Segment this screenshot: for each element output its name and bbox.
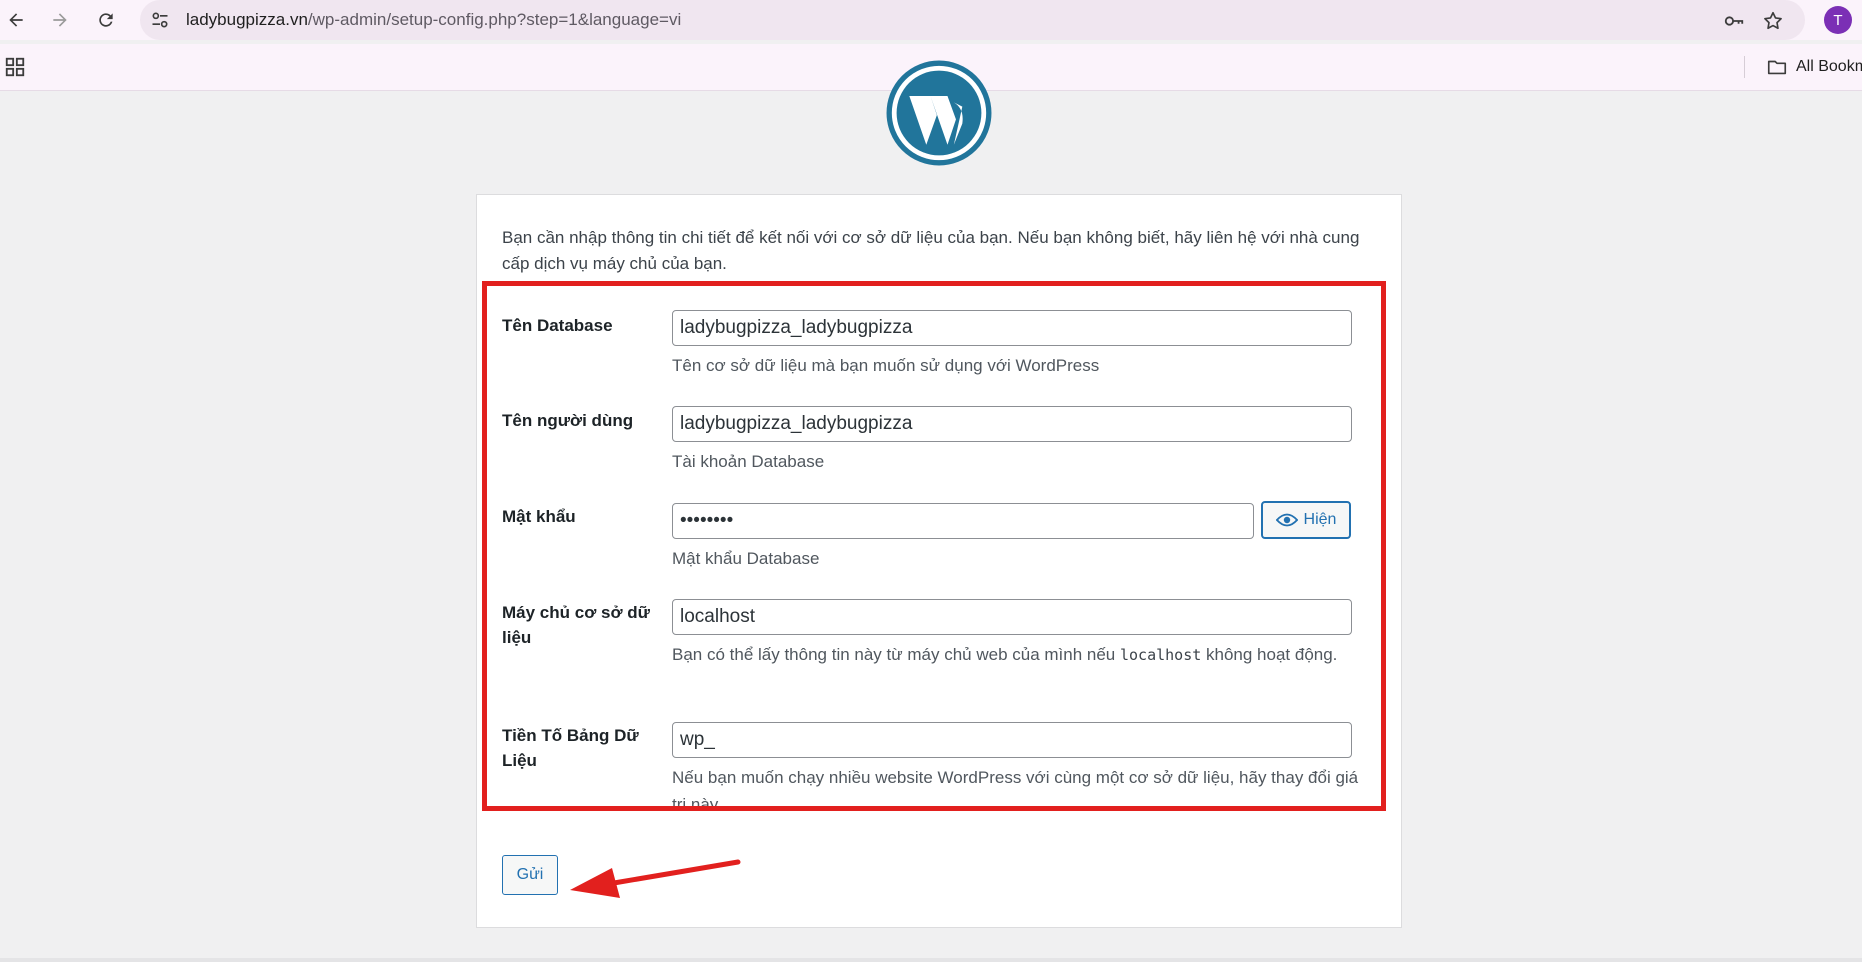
site-settings-icon[interactable]	[150, 10, 170, 30]
dbhost-desc-before: Bạn có thể lấy thông tin này từ máy chủ …	[672, 645, 1116, 664]
arrow-right-icon	[53, 13, 67, 27]
url-text[interactable]: ladybugpizza.vn/wp-admin/setup-config.ph…	[186, 10, 681, 30]
page-bottom-edge	[0, 958, 1862, 962]
annotation-arrow	[570, 859, 741, 898]
username-label: Tên người dùng	[502, 411, 634, 430]
username-description: Tài khoản Database	[672, 452, 825, 471]
password-label: Mật khẩu	[502, 507, 576, 526]
folder-icon	[1767, 60, 1787, 75]
eye-icon	[1275, 513, 1298, 527]
all-bookmarks-button[interactable]: All Bookm	[1766, 56, 1862, 78]
prefix-label: Tiền Tố Bảng Dữ Liệu	[502, 726, 639, 770]
url-path: /wp-admin/setup-config.php?step=1&langua…	[307, 10, 682, 29]
arrow-left-icon	[9, 13, 23, 27]
back-button[interactable]	[2, 6, 30, 34]
dbname-label: Tên Database	[502, 316, 613, 335]
intro-text: Bạn cần nhập thông tin chi tiết để kết n…	[502, 228, 1360, 273]
apps-grid-icon[interactable]	[4, 56, 26, 78]
dbname-description: Tên cơ sở dữ liệu mà bạn muốn sử dụng vớ…	[672, 356, 1100, 375]
dbhost-label: Máy chủ cơ sở dữ liệu	[502, 603, 650, 647]
url-host: ladybugpizza.vn	[186, 10, 308, 29]
reload-button[interactable]	[92, 6, 120, 34]
bookmarks-divider	[1744, 56, 1745, 78]
submit-button[interactable]: Gửi	[502, 855, 558, 895]
dbhost-desc-code: localhost	[1120, 646, 1202, 664]
profile-avatar[interactable]: T	[1824, 6, 1852, 34]
setup-form-card: Bạn cần nhập thông tin chi tiết để kết n…	[476, 194, 1402, 928]
password-input[interactable]	[672, 503, 1254, 539]
show-password-button[interactable]: Hiện	[1261, 501, 1351, 539]
star-icon[interactable]	[1762, 10, 1784, 32]
password-description: Mật khẩu Database	[672, 549, 820, 568]
reload-icon	[99, 13, 113, 27]
show-password-label: Hiện	[1303, 511, 1337, 528]
key-icon[interactable]	[1723, 10, 1745, 32]
wordpress-logo	[886, 60, 992, 166]
dbhost-description: Bạn có thể lấy thông tin này từ máy chủ …	[672, 641, 1362, 669]
all-bookmarks-label: All Bookm	[1796, 58, 1862, 75]
dbhost-input[interactable]	[672, 599, 1352, 635]
username-input[interactable]	[672, 406, 1352, 442]
prefix-input[interactable]	[672, 722, 1352, 758]
dbname-input[interactable]	[672, 310, 1352, 346]
forward-button[interactable]	[46, 6, 74, 34]
prefix-description: Nếu bạn muốn chạy nhiều website WordPres…	[672, 768, 1359, 811]
dbhost-desc-after: không hoạt động.	[1206, 645, 1338, 664]
address-bar[interactable]: ladybugpizza.vn/wp-admin/setup-config.ph…	[140, 0, 1805, 40]
browser-toolbar: ladybugpizza.vn/wp-admin/setup-config.ph…	[0, 0, 1862, 40]
